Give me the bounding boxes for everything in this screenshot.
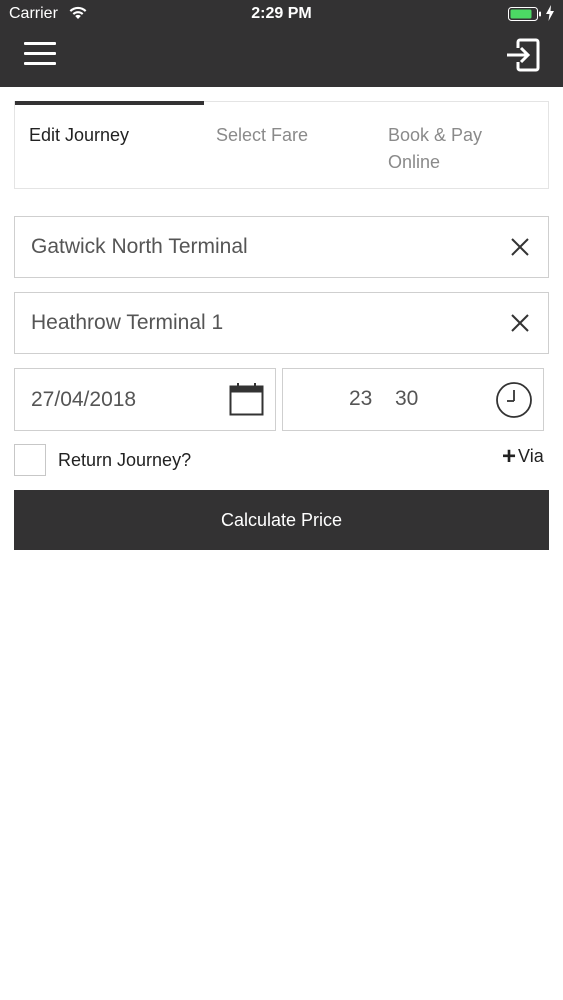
via-label: Via <box>518 446 544 466</box>
step-book-pay-online[interactable]: Book & Pay Online <box>388 122 518 176</box>
clear-dropoff-icon[interactable] <box>509 312 531 334</box>
pickup-field <box>14 216 549 278</box>
calculate-price-button[interactable]: Calculate Price <box>14 490 549 550</box>
menu-button[interactable] <box>24 42 58 68</box>
booking-steps: Edit Journey Select Fare Book & Pay Onli… <box>14 101 549 189</box>
top-bar: Carrier 2:29 PM <box>0 0 563 87</box>
charging-icon <box>546 5 554 21</box>
calendar-icon[interactable] <box>229 382 264 416</box>
hamburger-menu-icon <box>24 42 58 65</box>
battery-icon <box>508 7 541 21</box>
active-step-indicator <box>15 101 204 105</box>
pickup-input[interactable] <box>31 217 481 277</box>
logout-icon[interactable] <box>504 38 540 72</box>
date-field <box>14 368 276 431</box>
status-time: 2:29 PM <box>251 5 312 22</box>
plus-icon: + <box>502 443 517 470</box>
add-via-button[interactable]: + Via <box>502 443 544 470</box>
date-input[interactable] <box>31 369 221 430</box>
return-journey-label: Return Journey? <box>58 450 192 470</box>
clear-pickup-icon[interactable] <box>509 236 531 258</box>
time-minute[interactable]: 30 <box>395 387 418 411</box>
clock-icon[interactable] <box>495 381 533 419</box>
time-field[interactable]: 23 30 <box>282 368 544 431</box>
step-edit-journey[interactable]: Edit Journey <box>29 122 129 149</box>
step-select-fare[interactable]: Select Fare <box>216 122 308 149</box>
dropoff-field <box>14 292 549 354</box>
time-hour[interactable]: 23 <box>349 387 372 411</box>
dropoff-input[interactable] <box>31 293 481 353</box>
return-journey-checkbox[interactable] <box>14 444 46 476</box>
